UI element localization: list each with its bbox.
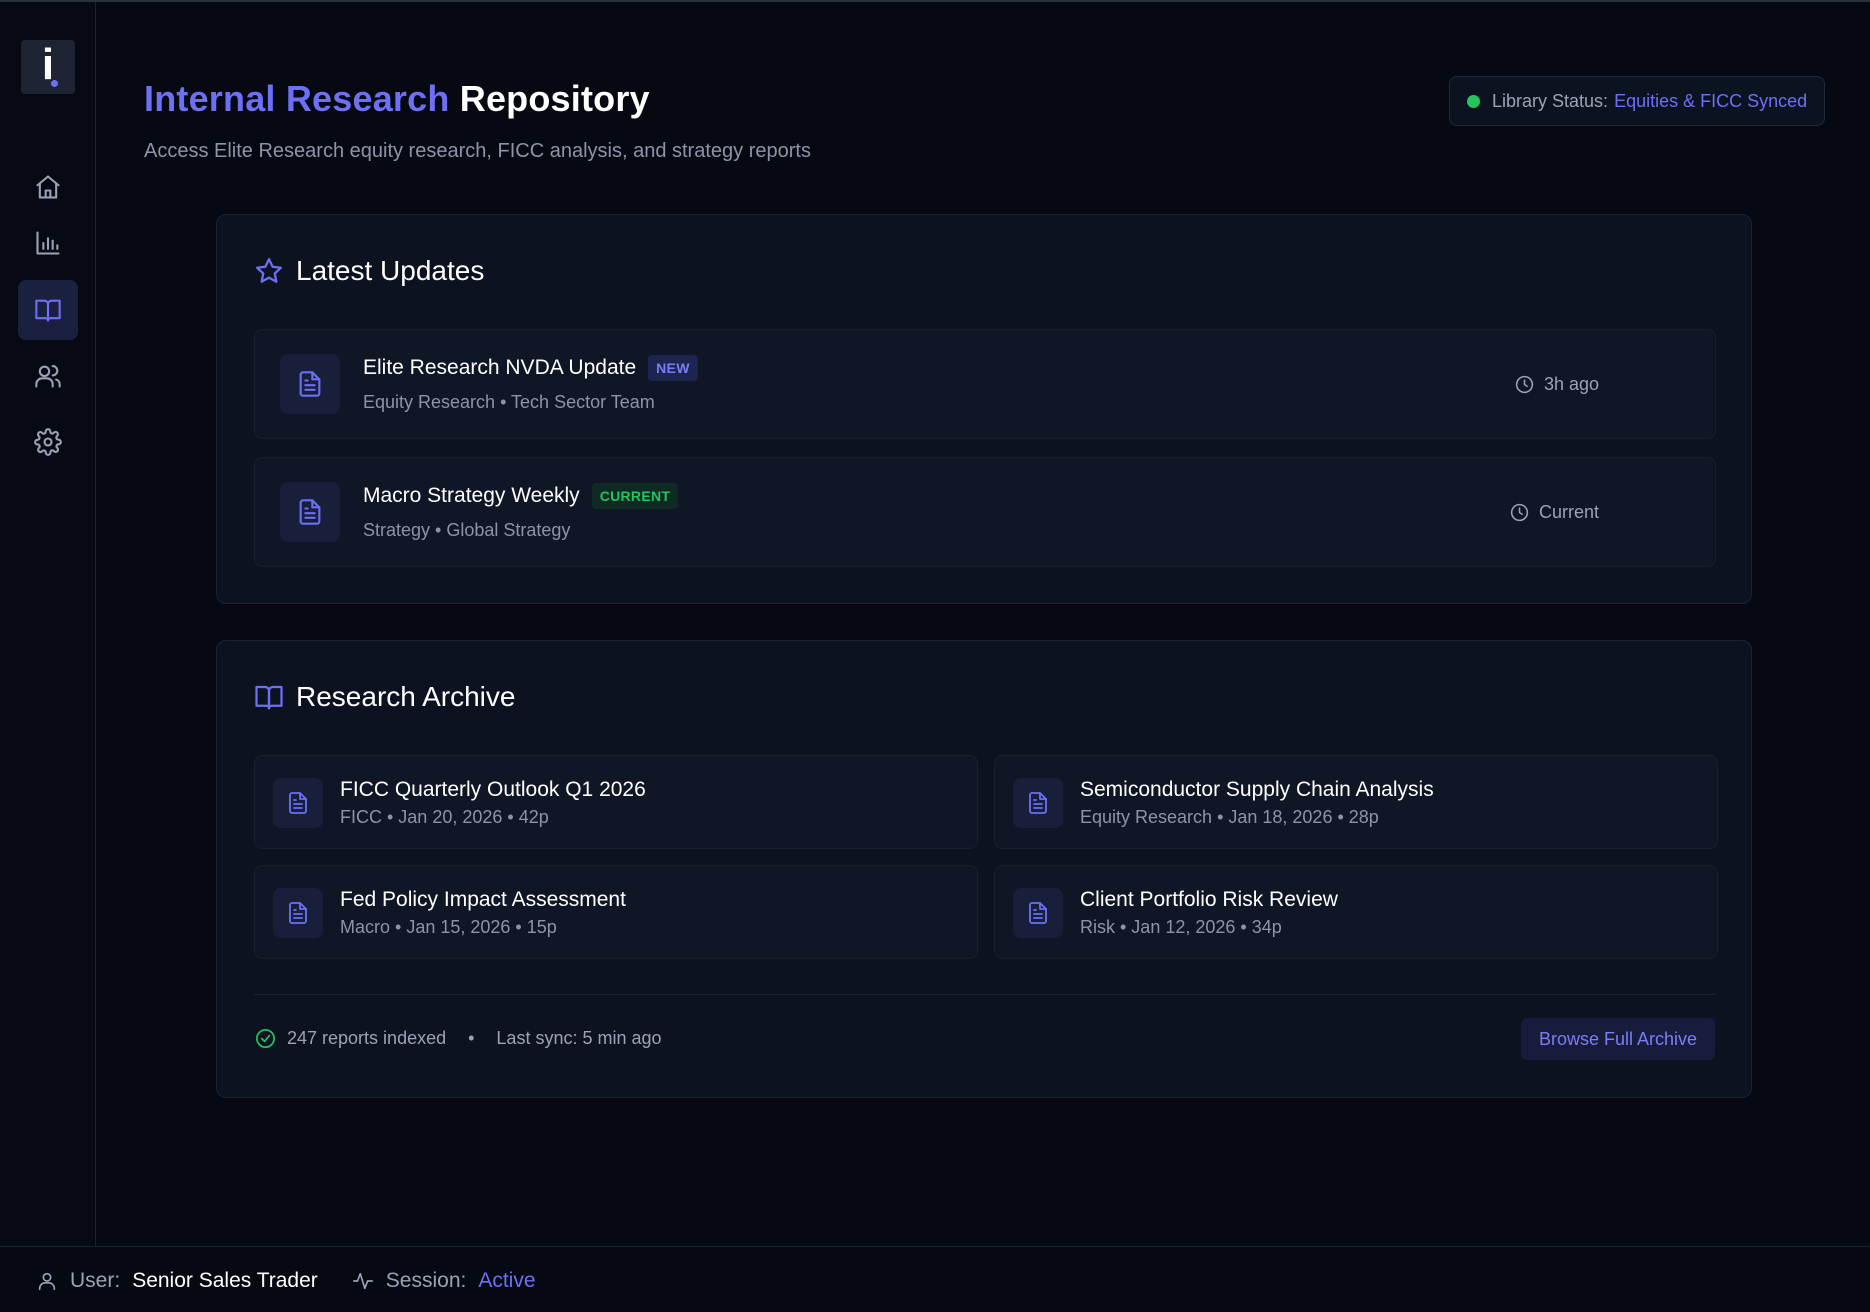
document-icon <box>1029 792 1047 814</box>
status-indicator-dot <box>1467 94 1480 108</box>
session-label: Session: <box>385 1268 467 1292</box>
logo-dot <box>51 80 58 87</box>
archive-item[interactable]: Fed Policy Impact Assessment Macro • Jan… <box>254 865 978 959</box>
update-time: 3h ago <box>1514 374 1599 395</box>
footer-separator: • <box>468 1028 475 1048</box>
update-title-text: Macro Strategy Weekly <box>363 484 580 507</box>
archive-divider <box>254 994 1716 995</box>
archive-item-meta: Risk • Jan 12, 2026 • 34p <box>1080 917 1282 937</box>
library-status-badge: Library Status: Equities & FICC Synced <box>1449 76 1825 126</box>
page-title-rest: Repository <box>459 78 650 119</box>
document-icon-box <box>273 888 323 938</box>
home-icon <box>36 175 60 199</box>
page-subtitle: Access Elite Research equity research, F… <box>144 140 811 162</box>
archive-footer-stats: 247 reports indexed • Last sync: 5 min a… <box>254 1027 662 1050</box>
document-icon-box <box>280 482 340 542</box>
app-logo[interactable]: i <box>21 40 75 94</box>
update-title-text: Elite Research NVDA Update <box>363 356 637 379</box>
sidebar: i <box>0 2 96 1246</box>
archive-item-title: FICC Quarterly Outlook Q1 2026 <box>340 778 646 801</box>
document-icon-box <box>1013 888 1063 938</box>
book-open-icon <box>255 685 283 710</box>
page-title: Internal Research Repository <box>144 78 650 120</box>
page-title-accent: Internal Research <box>144 78 450 119</box>
archive-item[interactable]: Semiconductor Supply Chain Analysis Equi… <box>994 755 1718 849</box>
last-sync-text: Last sync: 5 min ago <box>496 1028 662 1048</box>
users-icon <box>35 365 61 388</box>
check-circle-icon <box>256 1029 275 1048</box>
star-icon <box>256 258 282 283</box>
sidebar-item-home[interactable] <box>18 157 78 217</box>
update-title: Macro Strategy Weekly CURRENT <box>363 483 679 509</box>
current-badge: CURRENT <box>591 483 679 509</box>
document-icon <box>289 902 307 924</box>
latest-updates-panel: Latest Updates Elite Research NVDA Updat… <box>216 214 1752 604</box>
archive-item-meta: Macro • Jan 15, 2026 • 15p <box>340 917 557 937</box>
document-icon-box <box>1013 778 1063 828</box>
update-time-text: Current <box>1538 502 1599 522</box>
archive-item[interactable]: FICC Quarterly Outlook Q1 2026 FICC • Ja… <box>254 755 978 849</box>
bar-chart-icon <box>36 231 60 255</box>
latest-updates-title: Latest Updates <box>296 255 485 286</box>
archive-item-meta: FICC • Jan 20, 2026 • 42p <box>340 807 549 827</box>
document-icon-box <box>273 778 323 828</box>
gear-icon <box>34 428 62 456</box>
archive-item-title: Client Portfolio Risk Review <box>1080 888 1338 911</box>
activity-icon <box>352 1272 373 1289</box>
clock-icon <box>1515 375 1534 394</box>
library-status-label: Library Status: <box>1492 90 1609 111</box>
document-icon <box>299 371 321 397</box>
archive-item-title: Fed Policy Impact Assessment <box>340 888 626 911</box>
research-archive-title: Research Archive <box>296 681 516 712</box>
update-meta: Strategy • Global Strategy <box>363 520 571 540</box>
sidebar-item-research[interactable] <box>18 280 78 340</box>
latest-updates-header: Latest Updates <box>254 255 484 287</box>
sidebar-item-analytics[interactable] <box>18 213 78 273</box>
document-icon <box>1029 902 1047 924</box>
reports-indexed-text: 247 reports indexed <box>287 1028 447 1048</box>
update-meta: Equity Research • Tech Sector Team <box>363 392 655 412</box>
document-icon <box>299 499 321 525</box>
new-badge: NEW <box>648 355 698 381</box>
archive-item-meta: Equity Research • Jan 18, 2026 • 28p <box>1080 807 1379 827</box>
document-icon <box>289 792 307 814</box>
user-label: User: <box>70 1268 121 1292</box>
status-bar: User: Senior Sales Trader Session: Activ… <box>0 1246 1870 1312</box>
sidebar-item-settings[interactable] <box>18 412 78 472</box>
archive-item-title: Semiconductor Supply Chain Analysis <box>1080 778 1434 801</box>
archive-item[interactable]: Client Portfolio Risk Review Risk • Jan … <box>994 865 1718 959</box>
browse-full-archive-button[interactable]: Browse Full Archive <box>1521 1018 1715 1060</box>
library-status-value: Equities & FICC Synced <box>1614 90 1808 111</box>
update-time: Current <box>1509 502 1599 523</box>
research-archive-panel: Research Archive FICC Quarterly Outlook … <box>216 640 1752 1098</box>
clock-icon <box>1510 503 1529 522</box>
research-archive-header: Research Archive <box>254 681 515 713</box>
update-row[interactable]: Macro Strategy Weekly CURRENT Strategy •… <box>254 457 1716 567</box>
session-value: Active <box>478 1268 536 1292</box>
update-row[interactable]: Elite Research NVDA Update NEW Equity Re… <box>254 329 1716 439</box>
document-icon-box <box>280 354 340 414</box>
book-open-icon <box>35 299 61 322</box>
user-value: Senior Sales Trader <box>132 1268 318 1292</box>
update-title: Elite Research NVDA Update NEW <box>363 355 698 381</box>
sidebar-item-users[interactable] <box>18 346 78 406</box>
user-icon <box>38 1272 56 1290</box>
update-time-text: 3h ago <box>1543 374 1599 394</box>
